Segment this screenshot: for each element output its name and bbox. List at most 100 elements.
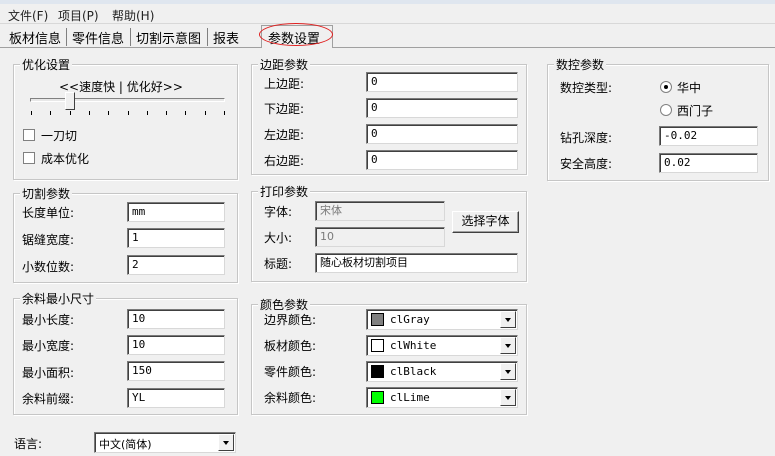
menu-help[interactable]: 帮助(H) — [112, 7, 154, 24]
top-margin-field[interactable]: 0 — [366, 72, 518, 92]
heading-field[interactable]: 随心板材切割项目 — [315, 253, 518, 273]
border-color-label: 边界颜色: — [264, 313, 317, 327]
cnc-group: 数控参数 数控类型: 华中 西门子 钻孔深度: -0.02 安全高度: 0.02 — [547, 56, 769, 181]
font-field: 宋体 — [315, 201, 445, 221]
tab-separator — [207, 28, 208, 46]
color-swatch — [371, 391, 384, 404]
highlight-circle — [259, 23, 333, 46]
tab-part-info[interactable]: 零件信息 — [72, 28, 124, 47]
remnant-title: 余料最小尺寸 — [20, 290, 97, 307]
remnant-color-value: clLime — [390, 391, 430, 404]
min-width-label: 最小宽度: — [22, 339, 75, 353]
decimals-label: 小数位数: — [22, 260, 75, 274]
slider-tick — [146, 111, 148, 115]
cnc-title: 数控参数 — [554, 56, 607, 73]
huazhong-label: 华中 — [677, 81, 702, 95]
one-cut-checkbox[interactable] — [23, 129, 35, 141]
optimize-group: 优化设置 <<速度快 | 优化好>> 一刀切 成本优化 — [13, 56, 238, 180]
optimize-slider-thumb[interactable] — [64, 92, 75, 110]
dropdown-arrow-icon[interactable] — [500, 389, 516, 406]
optimize-title: 优化设置 — [20, 56, 73, 73]
board-color-label: 板材颜色: — [264, 339, 317, 353]
radio-siemens[interactable] — [660, 104, 672, 116]
optimize-slider-track[interactable] — [30, 98, 225, 102]
heading-label: 标题: — [264, 257, 293, 271]
length-unit-field[interactable]: mm — [127, 202, 225, 222]
slider-caption: <<速度快 | 优化好>> — [59, 80, 183, 94]
tab-separator — [130, 28, 131, 46]
border-color-select[interactable]: clGray — [366, 309, 518, 330]
siemens-label: 西门子 — [677, 104, 714, 118]
slider-tick — [185, 111, 187, 115]
dropdown-arrow-icon[interactable] — [218, 434, 234, 451]
min-width-field[interactable]: 10 — [127, 335, 225, 355]
safe-height-label: 安全高度: — [560, 157, 613, 171]
min-length-field[interactable]: 10 — [127, 309, 225, 329]
prefix-label: 余料前缀: — [22, 392, 75, 406]
border-color-value: clGray — [390, 313, 430, 326]
dropdown-arrow-icon[interactable] — [500, 337, 516, 354]
bottom-margin-field[interactable]: 0 — [366, 98, 518, 118]
language-value: 中文(简体) — [99, 438, 152, 451]
menu-project[interactable]: 项目(P) — [58, 7, 99, 24]
min-length-label: 最小长度: — [22, 313, 75, 327]
remnant-color-label: 余料颜色: — [264, 391, 317, 405]
safe-height-field[interactable]: 0.02 — [659, 153, 758, 173]
cutting-title: 切割参数 — [20, 185, 73, 202]
select-font-button[interactable]: 选择字体 — [452, 211, 519, 233]
kerf-field[interactable]: 1 — [127, 228, 225, 248]
tab-report[interactable]: 报表 — [213, 28, 239, 47]
board-color-value: clWhite — [390, 339, 437, 352]
cost-optimize-label: 成本优化 — [41, 152, 90, 166]
slider-tick — [108, 111, 110, 115]
tab-bar: 板材信息 零件信息 切割示意图 报表 参数设置 — [0, 24, 775, 48]
dropdown-arrow-icon[interactable] — [500, 311, 516, 328]
min-area-label: 最小面积: — [22, 366, 75, 380]
right-margin-label: 右边距: — [264, 154, 305, 168]
language-select[interactable]: 中文(简体) — [94, 432, 236, 453]
remnant-color-select[interactable]: clLime — [366, 387, 518, 408]
kerf-label: 锯缝宽度: — [22, 233, 75, 247]
drill-depth-label: 钻孔深度: — [560, 131, 613, 145]
top-margin-label: 上边距: — [264, 77, 305, 91]
tab-cutting-diagram[interactable]: 切割示意图 — [136, 28, 201, 47]
color-swatch — [371, 365, 384, 378]
radio-huazhong[interactable] — [660, 81, 672, 93]
color-swatch — [371, 313, 384, 326]
remnant-group: 余料最小尺寸 最小长度: 10 最小宽度: 10 最小面积: 150 余料前缀:… — [13, 290, 238, 415]
slider-tick — [224, 111, 225, 115]
cost-optimize-checkbox[interactable] — [23, 152, 35, 164]
left-margin-label: 左边距: — [264, 128, 305, 142]
part-color-select[interactable]: clBlack — [366, 361, 518, 382]
language-label: 语言: — [14, 437, 43, 451]
tab-board-info[interactable]: 板材信息 — [9, 28, 61, 47]
window-top-edge — [0, 0, 775, 4]
slider-tick — [69, 111, 71, 115]
bottom-margin-label: 下边距: — [264, 102, 305, 116]
font-label: 字体: — [264, 205, 293, 219]
drill-depth-field[interactable]: -0.02 — [659, 126, 758, 146]
menu-file[interactable]: 文件(F) — [8, 7, 48, 24]
left-margin-field[interactable]: 0 — [366, 124, 518, 144]
decimals-field[interactable]: 2 — [127, 255, 225, 275]
cnc-type-label: 数控类型: — [560, 81, 613, 95]
color-swatch — [371, 339, 384, 352]
prefix-field[interactable]: YL — [127, 388, 225, 408]
colors-group: 颜色参数 边界颜色: clGray 板材颜色: clWhite 零件颜色: cl… — [251, 296, 527, 415]
slider-tick — [166, 111, 168, 115]
dropdown-arrow-icon[interactable] — [500, 363, 516, 380]
print-title: 打印参数 — [258, 183, 311, 200]
board-color-select[interactable]: clWhite — [366, 335, 518, 356]
slider-tick — [204, 111, 206, 115]
min-area-field[interactable]: 150 — [127, 361, 225, 381]
print-group: 打印参数 字体: 宋体 大小: 10 选择字体 标题: 随心板材切割项目 — [251, 183, 527, 282]
one-cut-label: 一刀切 — [41, 129, 78, 143]
slider-tick — [50, 111, 52, 115]
tab-separator — [66, 28, 67, 46]
margin-title: 边距参数 — [258, 56, 311, 73]
slider-tick — [31, 111, 32, 115]
right-margin-field[interactable]: 0 — [366, 150, 518, 170]
part-color-value: clBlack — [390, 365, 437, 378]
cutting-group: 切割参数 长度单位: mm 锯缝宽度: 1 小数位数: 2 — [13, 185, 238, 283]
size-field: 10 — [315, 227, 445, 247]
